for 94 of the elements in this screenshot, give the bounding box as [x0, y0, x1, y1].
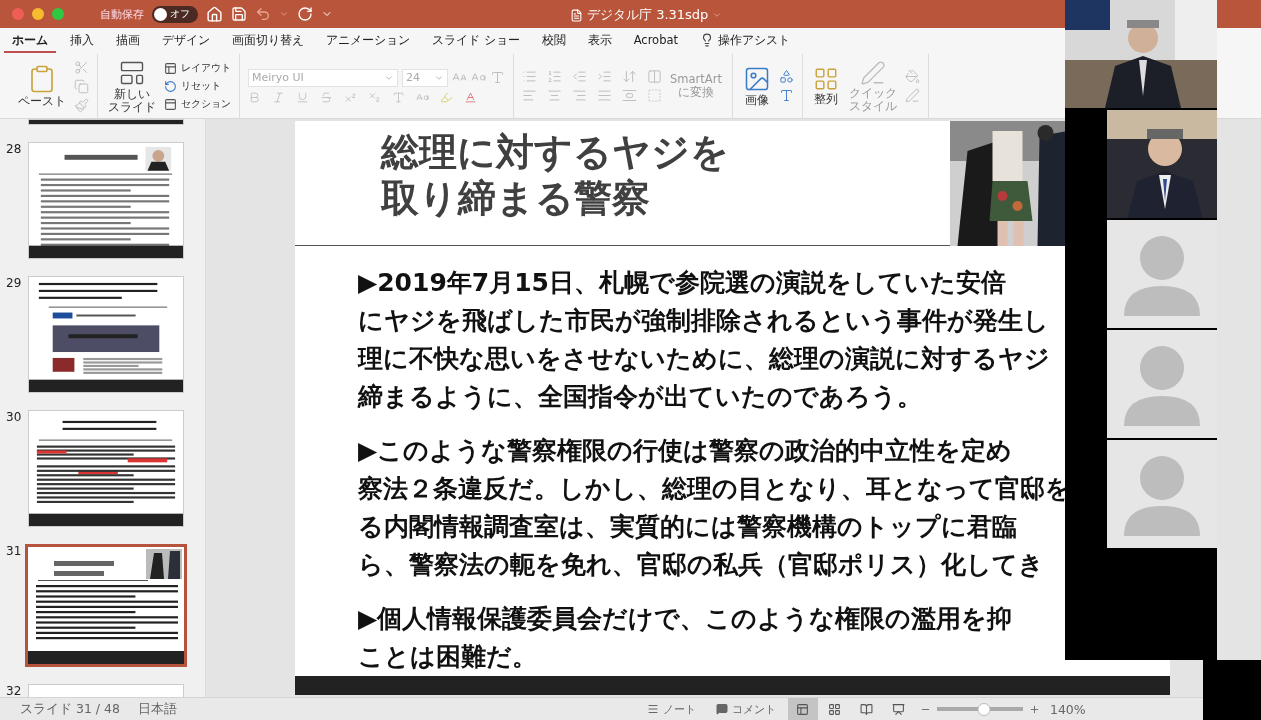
zoom-in-icon[interactable]	[1028, 703, 1040, 715]
ribbon-tab[interactable]: スライド ショー	[424, 29, 528, 53]
caret-icon[interactable]	[279, 9, 289, 19]
close-button[interactable]	[12, 8, 24, 20]
ribbon-tab[interactable]: 表示	[579, 29, 620, 53]
body-text: ら、警察法の軛を免れ、官邸の私兵（官邸ポリス）化してき	[358, 549, 1045, 581]
document-icon	[570, 8, 583, 22]
body-text: 察法２条違反だ。しかし、総理の目となり、耳となって官邸を	[358, 473, 1072, 505]
sorter-view-icon	[828, 702, 842, 716]
slide-number: 30	[6, 410, 22, 424]
line-spacing-icon[interactable]	[622, 69, 637, 84]
justify-icon[interactable]	[597, 88, 612, 103]
comments-button[interactable]: コメント	[715, 701, 776, 717]
superscript-icon[interactable]	[344, 90, 357, 104]
slide-title: 取り締まる警察	[381, 175, 651, 221]
shape-fill-icon[interactable]	[904, 69, 920, 84]
highlighter-icon[interactable]	[440, 90, 453, 104]
align-center-icon[interactable]	[547, 88, 562, 103]
redo-icon[interactable]	[297, 6, 313, 22]
slide-number: 29	[6, 276, 22, 290]
slide-indicator: スライド 31 / 48	[20, 700, 120, 718]
strikethrough-icon[interactable]	[320, 90, 333, 104]
bullets-icon[interactable]	[522, 69, 537, 84]
ribbon-tab[interactable]: Acrobat	[625, 30, 686, 52]
slideshow-view-icon	[892, 702, 906, 716]
copy-icon[interactable]	[74, 78, 89, 94]
home-icon[interactable]	[206, 5, 223, 23]
shape-outline-icon[interactable]	[904, 88, 920, 103]
format-painter-icon[interactable]	[74, 97, 89, 113]
ribbon-tab[interactable]: 操作アシスト	[692, 29, 798, 53]
underline-icon[interactable]	[296, 90, 309, 104]
shapes-icon[interactable]	[778, 69, 794, 84]
layout-icon	[164, 61, 177, 75]
reset-button[interactable]: リセット	[164, 79, 231, 93]
lightbulb-icon	[700, 33, 714, 47]
normal-view-button[interactable]	[787, 698, 818, 720]
comment-icon	[715, 703, 728, 715]
language-label: 日本語	[137, 700, 177, 718]
ribbon-tab[interactable]: デザイン	[154, 29, 218, 53]
slide-title: 総理に対するヤジを	[381, 129, 730, 175]
reset-icon	[164, 79, 177, 93]
slide-thumbnail[interactable]	[25, 544, 187, 667]
text-box-icon[interactable]	[778, 88, 794, 103]
numbering-icon[interactable]	[547, 69, 562, 84]
clear-format-icon[interactable]	[490, 70, 505, 85]
section-button[interactable]: セクション	[164, 97, 231, 111]
minimize-button[interactable]	[32, 8, 44, 20]
slide-number: 32	[6, 684, 22, 697]
body-text: ▶このような警察権限の行使は警察の政治的中立性を定め	[358, 435, 1014, 467]
ribbon-tab[interactable]: 描画	[108, 29, 148, 53]
autosave-toggle[interactable]: オフ	[152, 5, 198, 23]
new-slide-button[interactable]: 新しい スライド	[106, 58, 158, 114]
ribbon-tab[interactable]: 校閲	[533, 29, 574, 53]
document-name: デジタル庁 3.31sdp	[587, 6, 709, 24]
save-icon[interactable]	[231, 6, 247, 22]
slide-number: 28	[6, 142, 22, 156]
reading-view-icon	[860, 702, 874, 716]
body-text: ことは困難だ。	[358, 641, 538, 673]
section-icon	[164, 97, 177, 111]
pen-icon	[859, 59, 886, 86]
align-right-icon[interactable]	[572, 88, 587, 103]
font-color-icon[interactable]	[464, 90, 477, 104]
caret-icon[interactable]	[712, 10, 723, 20]
undo-icon[interactable]	[255, 6, 271, 22]
ribbon-tab[interactable]: 画面切り替え	[224, 29, 312, 53]
autosave-label: 自動保存	[100, 6, 144, 22]
ribbon-tab[interactable]: 挿入	[62, 29, 102, 53]
bold-icon[interactable]	[248, 90, 261, 104]
paste-button[interactable]: ペースト	[16, 64, 68, 108]
italic-icon[interactable]	[272, 90, 285, 104]
maximize-button[interactable]	[52, 8, 64, 20]
normal-view-icon	[796, 702, 810, 716]
body-text: 理に不快な思いをさせないために、総理の演説に対するヤジ	[358, 343, 1051, 375]
cut-icon[interactable]	[74, 59, 89, 75]
body-text: 締まるように、全国指令が出ていたのであろう。	[358, 381, 923, 413]
ribbon-tab[interactable]: ホーム	[4, 29, 56, 53]
zoom-level: 140%	[1049, 701, 1086, 717]
ribbon-tab[interactable]: アニメーション	[318, 29, 418, 53]
subscript-icon[interactable]	[368, 90, 381, 104]
arrange-button[interactable]: 整列	[810, 66, 841, 106]
align-left-icon[interactable]	[522, 88, 537, 103]
indent-increase-icon[interactable]	[597, 69, 612, 84]
notes-icon	[646, 703, 659, 715]
notes-button[interactable]: ノート	[646, 701, 696, 717]
slide-number: 31	[6, 544, 22, 558]
body-text: にヤジを飛ばした市民が強制排除されるという事件が発生し	[358, 305, 1050, 337]
zoom-thumb[interactable]	[977, 702, 991, 716]
body-text: る内閣情報調査室は、実質的には警察機構のトップに君臨	[358, 511, 1018, 543]
body-text: ▶2019年7月15日、札幌で参院選の演説をしていた安倍	[358, 267, 1007, 299]
columns-icon[interactable]	[647, 69, 662, 84]
layout-button[interactable]: レイアウト	[164, 61, 231, 75]
body-text: ▶個人情報保護委員会だけで、このような権限の濫用を抑	[358, 603, 1014, 635]
picture-button[interactable]: 画像	[740, 65, 773, 107]
indent-decrease-icon[interactable]	[572, 69, 587, 84]
